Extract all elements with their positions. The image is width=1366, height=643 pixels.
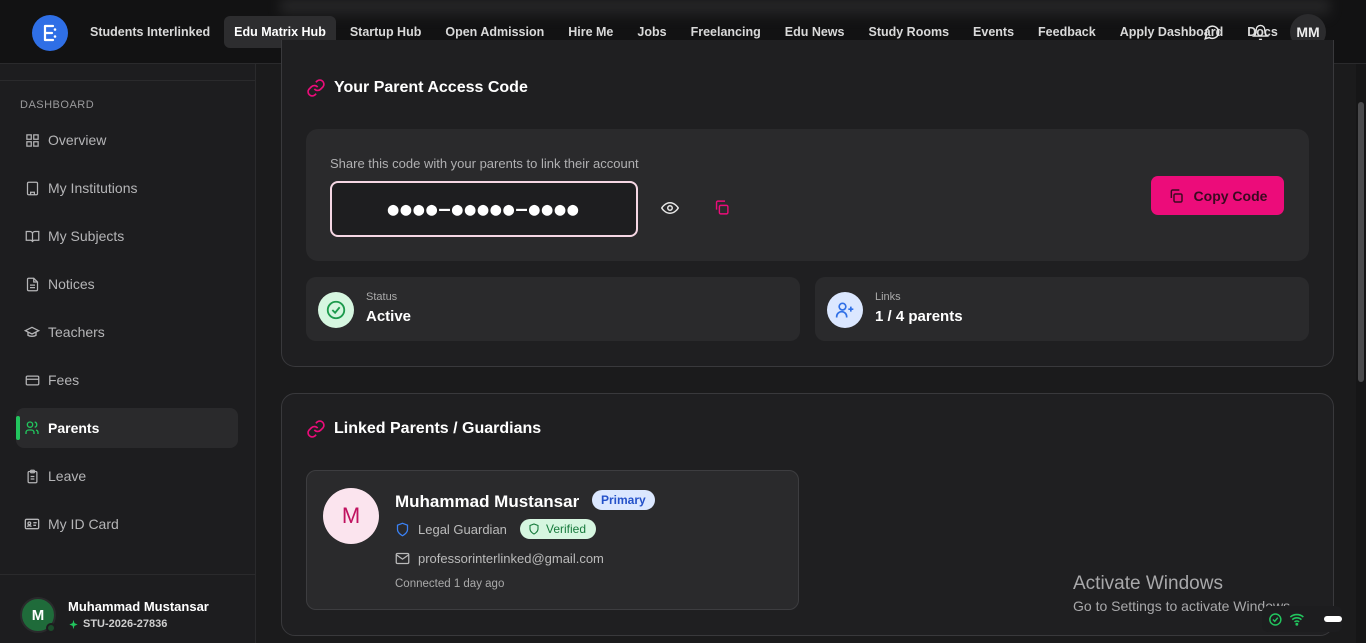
system-tray bbox=[1262, 606, 1342, 632]
building-icon bbox=[24, 180, 40, 196]
avatar: M bbox=[323, 488, 379, 544]
users-icon bbox=[24, 420, 40, 436]
copy-icon bbox=[1170, 188, 1183, 203]
sidebar-item-label: Notices bbox=[48, 276, 95, 292]
sidebar-item-label: Leave bbox=[48, 468, 87, 484]
sidebar-divider bbox=[0, 80, 256, 81]
status-value: Active bbox=[366, 308, 412, 325]
clipboard-icon bbox=[24, 468, 40, 484]
access-code-panel: Share this code with your parents to lin… bbox=[306, 129, 1309, 261]
check-circle-icon bbox=[318, 292, 354, 328]
sidebar-menu: Overview My Institutions My Subjects Not… bbox=[16, 120, 238, 552]
id-card-icon bbox=[24, 516, 40, 532]
access-code-field[interactable]: ●●●●–●●●●●–●●●● bbox=[330, 181, 638, 237]
link-icon bbox=[307, 420, 325, 438]
graduation-cap-icon bbox=[24, 324, 40, 340]
grid-icon bbox=[24, 132, 40, 148]
logo-icon bbox=[43, 24, 57, 42]
sidebar-item-notices[interactable]: Notices bbox=[16, 264, 238, 304]
card-title: Linked Parents / Guardians bbox=[306, 419, 541, 439]
sidebar-item-my-id-card[interactable]: My ID Card bbox=[16, 504, 238, 544]
student-id: STU-2026-27836 bbox=[68, 618, 167, 630]
book-open-icon bbox=[24, 228, 40, 244]
sparkle-icon bbox=[69, 619, 78, 629]
sidebar-item-label: My Subjects bbox=[48, 228, 125, 244]
chat-bubble-icon bbox=[1204, 25, 1220, 40]
parent-email-text: professorinterlinked@gmail.com bbox=[418, 551, 604, 566]
sidebar-item-my-institutions[interactable]: My Institutions bbox=[16, 168, 238, 208]
link-icon bbox=[307, 79, 325, 97]
toggle-code-visibility-button[interactable] bbox=[660, 199, 681, 219]
wifi-icon bbox=[1289, 613, 1304, 626]
student-id-text: STU-2026-27836 bbox=[83, 618, 168, 630]
tray-pill-indicator bbox=[1324, 616, 1342, 622]
mail-icon bbox=[395, 552, 410, 565]
sidebar-item-label: Fees bbox=[48, 372, 80, 388]
copy-code-label: Copy Code bbox=[1193, 187, 1268, 204]
sidebar-item-parents[interactable]: Parents bbox=[16, 408, 238, 448]
parent-role-text: Legal Guardian bbox=[418, 522, 507, 537]
online-status-dot bbox=[46, 623, 56, 633]
sidebar-section-title: DASHBOARD bbox=[20, 99, 95, 111]
shield-check-icon bbox=[529, 523, 539, 535]
verified-badge: Verified bbox=[520, 519, 597, 539]
links-label: Links bbox=[875, 291, 901, 303]
user-plus-icon bbox=[827, 292, 863, 328]
sidebar-item-teachers[interactable]: Teachers bbox=[16, 312, 238, 352]
status-label: Status bbox=[366, 291, 398, 303]
sidebar-item-fees[interactable]: Fees bbox=[16, 360, 238, 400]
copy-icon bbox=[715, 200, 729, 215]
sidebar-item-label: Parents bbox=[48, 420, 100, 436]
user-name: Muhammad Mustansar bbox=[68, 599, 209, 614]
wallet-icon bbox=[24, 372, 40, 388]
primary-badge: Primary bbox=[592, 490, 655, 510]
links-value: 1 / 4 parents bbox=[875, 308, 963, 325]
parent-list-item[interactable]: M Muhammad Mustansar Primary Legal Guard… bbox=[306, 470, 799, 610]
copy-code-icon-button[interactable] bbox=[713, 199, 733, 219]
check-circle-icon bbox=[1269, 612, 1282, 626]
sidebar-user-profile[interactable]: M Muhammad Mustansar STU-2026-27836 bbox=[0, 574, 256, 643]
sidebar-item-label: My Institutions bbox=[48, 180, 138, 196]
parent-access-code-card: Your Parent Access Code Share this code … bbox=[281, 40, 1334, 367]
sidebar-item-label: Overview bbox=[48, 132, 107, 148]
card-title-text: Linked Parents / Guardians bbox=[334, 420, 542, 437]
card-title: Your Parent Access Code bbox=[306, 78, 528, 98]
eye-icon bbox=[660, 201, 680, 215]
watermark-subtitle: Go to Settings to activate Windows. bbox=[1073, 598, 1294, 614]
app-logo[interactable] bbox=[32, 15, 68, 51]
nav-students-interlinked[interactable]: Students Interlinked bbox=[80, 16, 220, 48]
parent-role: Legal Guardian bbox=[395, 522, 507, 537]
connected-time: Connected 1 day ago bbox=[395, 578, 505, 590]
verified-text: Verified bbox=[546, 522, 587, 536]
copy-code-button[interactable]: Copy Code bbox=[1151, 176, 1284, 215]
sidebar-item-label: Teachers bbox=[48, 324, 105, 340]
parent-email: professorinterlinked@gmail.com bbox=[395, 551, 604, 566]
bell-icon bbox=[1251, 24, 1269, 40]
sidebar: DASHBOARD Overview My Institutions My Su… bbox=[0, 64, 256, 643]
status-stat: Status Active bbox=[306, 277, 800, 341]
scrollbar-thumb[interactable] bbox=[1358, 102, 1364, 382]
sidebar-item-overview[interactable]: Overview bbox=[16, 120, 238, 160]
links-stat: Links 1 / 4 parents bbox=[815, 277, 1309, 341]
access-code-hint: Share this code with your parents to lin… bbox=[330, 156, 639, 171]
card-title-text: Your Parent Access Code bbox=[334, 79, 528, 96]
sidebar-item-label: My ID Card bbox=[48, 516, 119, 532]
shield-icon bbox=[396, 522, 409, 537]
page-scrollbar[interactable] bbox=[1356, 64, 1366, 643]
windows-activation-watermark: Activate Windows Go to Settings to activ… bbox=[1073, 573, 1294, 614]
file-text-icon bbox=[24, 276, 40, 292]
sidebar-item-leave[interactable]: Leave bbox=[16, 456, 238, 496]
watermark-title: Activate Windows bbox=[1073, 573, 1223, 594]
parent-name: Muhammad Mustansar bbox=[395, 492, 580, 511]
sidebar-item-my-subjects[interactable]: My Subjects bbox=[16, 216, 238, 256]
